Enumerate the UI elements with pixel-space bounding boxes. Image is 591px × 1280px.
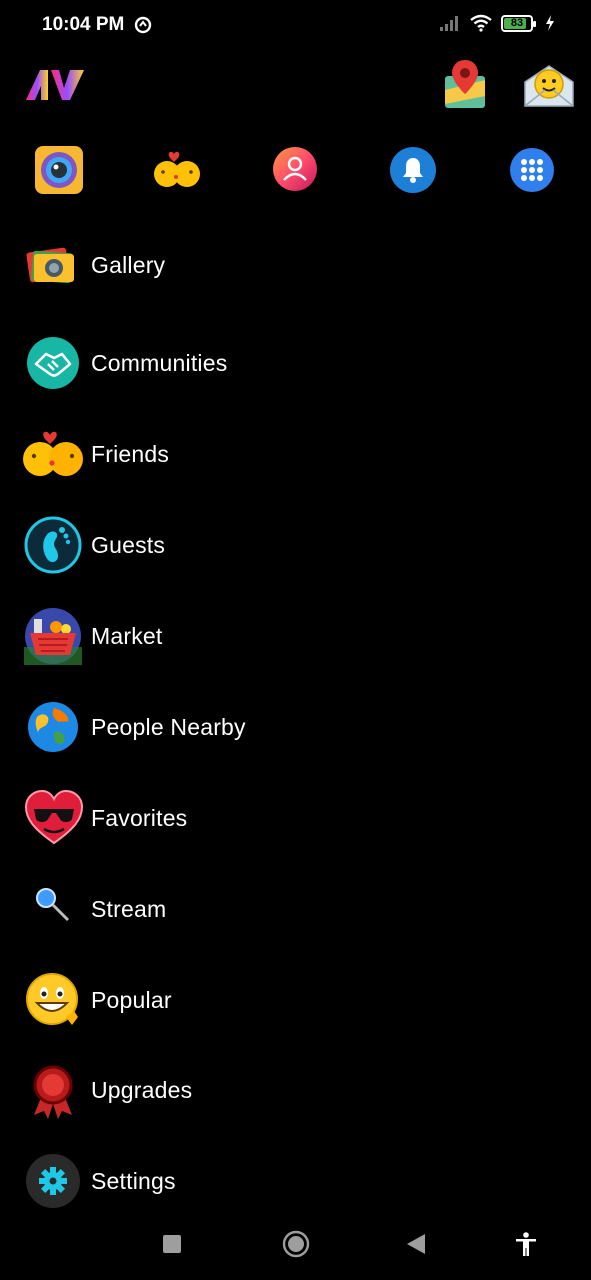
- profile-icon[interactable]: [272, 146, 318, 197]
- menu-label-gallery: Gallery: [91, 251, 166, 278]
- menu-label-favorites: Favorites: [91, 804, 188, 831]
- kissing-smileys-icon: [22, 425, 83, 483]
- menu-item-stream[interactable]: Stream: [0, 869, 591, 949]
- menu-label-upgrades: Upgrades: [91, 1076, 193, 1103]
- menu-label-communities: Communities: [91, 349, 228, 376]
- menu-item-gallery[interactable]: Gallery: [0, 225, 591, 305]
- basket-icon: [24, 607, 82, 665]
- magnifier-icon: [24, 880, 82, 938]
- home-button[interactable]: [282, 1230, 310, 1263]
- bell-icon[interactable]: [389, 146, 437, 199]
- signal-icon: [440, 16, 458, 31]
- battery-icon: 83: [501, 14, 536, 32]
- map-pin-icon[interactable]: [443, 58, 487, 115]
- menu-label-settings: Settings: [91, 1167, 176, 1194]
- app-logo-icon[interactable]: [26, 70, 84, 105]
- sync-status-icon: [134, 16, 152, 39]
- back-button[interactable]: [407, 1234, 425, 1259]
- menu-item-friends[interactable]: Friends: [0, 414, 591, 494]
- menu-label-popular: Popular: [91, 986, 172, 1013]
- menu-item-guests[interactable]: Guests: [0, 505, 591, 585]
- menu-item-settings[interactable]: Settings: [0, 1141, 591, 1221]
- menu-item-market[interactable]: Market: [0, 596, 591, 676]
- grinning-smiley-icon: [24, 971, 82, 1029]
- menu-label-friends: Friends: [91, 440, 170, 467]
- globe-icon: [24, 698, 82, 756]
- status-icons: 83: [439, 14, 555, 32]
- kissing-smileys-icon[interactable]: [152, 150, 202, 195]
- gallery-icon: [24, 236, 82, 294]
- accessibility-button[interactable]: [515, 1232, 537, 1261]
- charging-icon: [546, 15, 554, 31]
- award-badge-icon: [24, 1061, 82, 1119]
- menu-item-communities[interactable]: Communities: [0, 323, 591, 403]
- recents-button[interactable]: [163, 1235, 181, 1258]
- wifi-icon: [470, 14, 492, 32]
- menu-item-people-nearby[interactable]: People Nearby: [0, 687, 591, 767]
- menu-item-popular[interactable]: Popular: [0, 960, 591, 1040]
- heart-sunglasses-icon: [24, 789, 84, 847]
- menu-label-guests: Guests: [91, 531, 166, 558]
- menu-label-market: Market: [91, 622, 163, 649]
- handshake-icon: [24, 334, 82, 392]
- gear-icon: [24, 1152, 82, 1210]
- menu-item-upgrades[interactable]: Upgrades: [0, 1050, 591, 1130]
- status-time: 10:04 PM: [42, 14, 125, 35]
- apps-grid-icon[interactable]: [509, 147, 555, 198]
- menu-label-people-nearby: People Nearby: [91, 713, 246, 740]
- footprint-icon: [24, 516, 82, 574]
- battery-level: 83: [510, 16, 524, 29]
- menu-label-stream: Stream: [91, 895, 167, 922]
- camera-icon[interactable]: [34, 145, 84, 200]
- smiley-mail-icon[interactable]: [523, 58, 575, 115]
- menu-item-favorites[interactable]: Favorites: [0, 778, 591, 858]
